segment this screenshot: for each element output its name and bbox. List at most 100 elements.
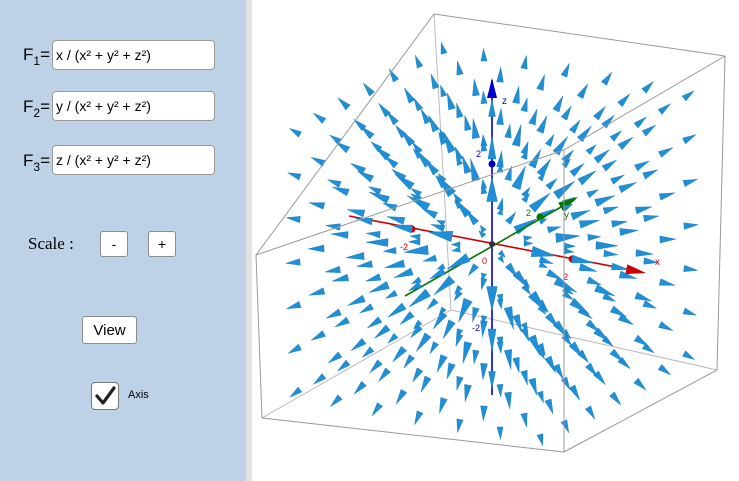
vector-arrow — [337, 97, 351, 111]
vector-arrow — [413, 97, 424, 112]
vector-arrow — [642, 169, 658, 180]
vector-arrow — [332, 186, 350, 197]
z-axis-label: z — [502, 96, 507, 107]
vector-arrow — [362, 82, 375, 97]
vector-arrow — [594, 195, 616, 207]
vector-arrow — [578, 220, 600, 229]
box-edge — [716, 55, 726, 371]
vector-arrow — [577, 170, 597, 186]
vector-arrow — [371, 402, 384, 417]
scale-plus-button[interactable]: + — [148, 231, 176, 257]
vector-arrow — [560, 419, 569, 433]
axis-checkbox[interactable] — [91, 382, 119, 410]
vector-arrow — [412, 367, 424, 383]
vector-arrow — [403, 354, 416, 369]
box-edge — [563, 55, 726, 151]
vector-arrow — [611, 262, 629, 271]
vector-arrow — [436, 354, 448, 373]
vector-arrow — [355, 217, 373, 226]
vector-arrow — [601, 159, 617, 172]
vector-arrow — [456, 102, 464, 119]
vector-arrow — [658, 147, 674, 158]
vector-arrow — [486, 286, 498, 311]
vector-arrow — [390, 224, 413, 234]
box-edge — [433, 13, 726, 57]
z-tick-2: 2 — [476, 149, 481, 159]
vector-arrow — [496, 426, 504, 440]
vector-arrow — [337, 359, 351, 372]
vector-arrow — [383, 247, 397, 254]
vector-arrow — [496, 151, 504, 168]
vector-arrow — [446, 253, 471, 270]
vector-arrow — [544, 134, 555, 147]
vector-arrow — [487, 136, 497, 160]
vector-arrow — [480, 363, 488, 380]
vector-arrow — [528, 377, 537, 396]
vector-arrow — [387, 302, 407, 318]
vector-arrow — [487, 328, 497, 352]
vector-arrow — [454, 199, 472, 218]
vector-arrow — [617, 93, 631, 108]
vector-arrow — [422, 254, 438, 262]
vector-arrow — [464, 384, 472, 402]
vector-arrows-front — [285, 82, 629, 447]
vector-arrow — [392, 345, 408, 363]
vector-arrow — [611, 220, 628, 228]
vector-arrow — [350, 337, 367, 351]
vector-arrow — [395, 388, 408, 405]
vector-arrow — [544, 312, 560, 329]
vector-arrow — [468, 263, 479, 276]
vector-arrow — [546, 226, 562, 234]
vector-arrow — [334, 316, 350, 328]
graphics-3d-view[interactable]: -2 0 2 2 2 -2 x y z — [252, 0, 739, 481]
vector-arrow — [633, 377, 647, 391]
vector-arrow — [641, 343, 655, 354]
vector-arrow — [496, 384, 504, 397]
vector-arrow — [512, 357, 520, 373]
vector-arrow — [345, 252, 365, 260]
vector-arrow — [560, 376, 571, 391]
vector-arrow — [496, 341, 504, 355]
vector-arrow — [332, 273, 350, 282]
vector-arrow — [568, 341, 584, 359]
vector-arrow — [367, 316, 383, 329]
vector-arrow — [488, 371, 496, 389]
vector-arrow — [480, 48, 488, 62]
vector-arrow — [286, 216, 301, 223]
vector-arrow — [681, 90, 695, 102]
vector-arrow — [683, 265, 698, 272]
vector-arrow — [528, 108, 538, 126]
vector-arrow — [635, 249, 654, 257]
vector-arrow — [504, 349, 512, 370]
f2-input[interactable] — [52, 91, 215, 121]
vector-arrow — [416, 332, 432, 352]
vector-arrow — [388, 68, 400, 83]
vector-arrow — [456, 60, 464, 76]
vector-arrow — [544, 355, 556, 373]
view-button[interactable]: View — [82, 316, 137, 344]
checkmark-icon — [95, 386, 116, 405]
vector-arrow — [310, 157, 326, 167]
vector-arrow — [497, 255, 504, 264]
vector-arrow — [456, 375, 464, 391]
f3-input[interactable] — [52, 145, 215, 175]
vector-arrow — [410, 324, 423, 339]
vector-arrow — [310, 330, 326, 341]
vector-field-scene[interactable]: -2 0 2 2 2 -2 x y z — [252, 0, 739, 481]
control-panel: F1= F2= F3= Scale : - + View Axis — [0, 0, 246, 481]
scale-minus-button[interactable]: - — [100, 231, 128, 257]
vector-arrow — [585, 362, 598, 377]
vector-arrow — [356, 260, 373, 268]
vector-arrow — [365, 238, 389, 247]
vector-arrow — [520, 55, 528, 70]
vector-arrow — [610, 305, 627, 318]
vector-arrow — [399, 311, 415, 325]
f1-input[interactable] — [52, 40, 215, 70]
scale-label: Scale : — [28, 234, 74, 253]
box-edge — [255, 254, 263, 419]
vector-arrow — [633, 334, 650, 347]
vector-arrow — [472, 349, 480, 364]
vector-arrow — [642, 300, 657, 309]
f3-label: F3= — [23, 151, 51, 174]
vector-arrow — [570, 210, 591, 221]
